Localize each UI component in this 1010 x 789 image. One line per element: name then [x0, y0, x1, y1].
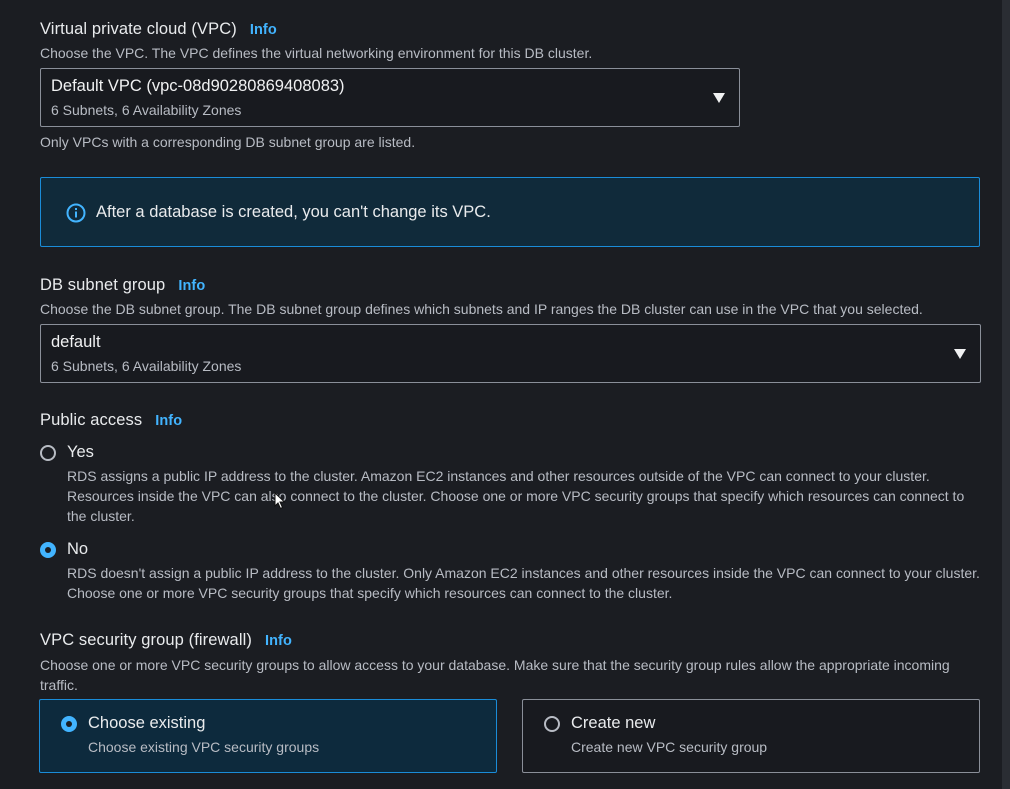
mouse-pointer-icon — [274, 492, 286, 510]
public-access-yes-label[interactable]: Yes — [67, 443, 94, 462]
subnet-group-description: Choose the DB subnet group. The DB subne… — [40, 301, 923, 317]
db-connectivity-settings-page: Virtual private cloud (VPC) Info Choose t… — [0, 0, 1010, 789]
create-new-radio[interactable] — [544, 716, 560, 732]
create-new-title: Create new — [571, 714, 656, 732]
public-access-title-text: Public access — [40, 411, 143, 429]
choose-existing-subtitle: Choose existing VPC security groups — [88, 739, 320, 755]
public-access-info-link[interactable]: Info — [155, 413, 182, 429]
public-access-no-label[interactable]: No — [67, 540, 88, 559]
subnet-group-select[interactable]: default 6 Subnets, 6 Availability Zones — [40, 324, 981, 383]
vpc-select-subtext: 6 Subnets, 6 Availability Zones — [51, 102, 242, 118]
subnet-group-section-title: DB subnet group Info — [40, 276, 205, 295]
public-access-yes-description: RDS assigns a public IP address to the c… — [67, 468, 965, 524]
vpc-section-title: Virtual private cloud (VPC) Info — [40, 20, 277, 39]
public-access-no-description: RDS doesn't assign a public IP address t… — [67, 565, 980, 601]
vpc-select-value: Default VPC (vpc-08d90280869408083) — [51, 77, 345, 95]
choose-existing-radio[interactable] — [61, 716, 77, 732]
info-circle-icon — [66, 203, 86, 223]
security-group-description: Choose one or more VPC security groups t… — [40, 657, 950, 693]
public-access-section-title: Public access Info — [40, 411, 182, 430]
vpc-description: Choose the VPC. The VPC defines the virt… — [40, 45, 593, 61]
vpc-immutable-alert: After a database is created, you can't c… — [40, 177, 980, 247]
window-edge — [1002, 0, 1010, 789]
vpc-hint: Only VPCs with a corresponding DB subnet… — [40, 134, 416, 150]
public-access-no-radio[interactable] — [40, 542, 56, 558]
subnet-group-select-value: default — [51, 333, 101, 351]
security-group-info-link[interactable]: Info — [265, 633, 292, 649]
subnet-group-select-subtext: 6 Subnets, 6 Availability Zones — [51, 358, 242, 374]
caret-down-icon — [954, 349, 966, 359]
security-group-title-text: VPC security group (firewall) — [40, 631, 252, 649]
create-new-subtitle: Create new VPC security group — [571, 739, 768, 755]
vpc-title-text: Virtual private cloud (VPC) — [40, 20, 237, 38]
alert-text: After a database is created, you can't c… — [96, 203, 491, 221]
create-new-tile[interactable]: Create new Create new VPC security group — [522, 699, 980, 773]
choose-existing-tile[interactable]: Choose existing Choose existing VPC secu… — [39, 699, 497, 773]
public-access-yes-radio[interactable] — [40, 445, 56, 461]
security-group-section-title: VPC security group (firewall) Info — [40, 631, 292, 650]
choose-existing-title: Choose existing — [88, 714, 206, 732]
subnet-group-title-text: DB subnet group — [40, 276, 166, 294]
vpc-select[interactable]: Default VPC (vpc-08d90280869408083) 6 Su… — [40, 68, 740, 127]
vpc-info-link[interactable]: Info — [250, 22, 277, 38]
caret-down-icon — [713, 93, 725, 103]
subnet-group-info-link[interactable]: Info — [178, 278, 205, 294]
